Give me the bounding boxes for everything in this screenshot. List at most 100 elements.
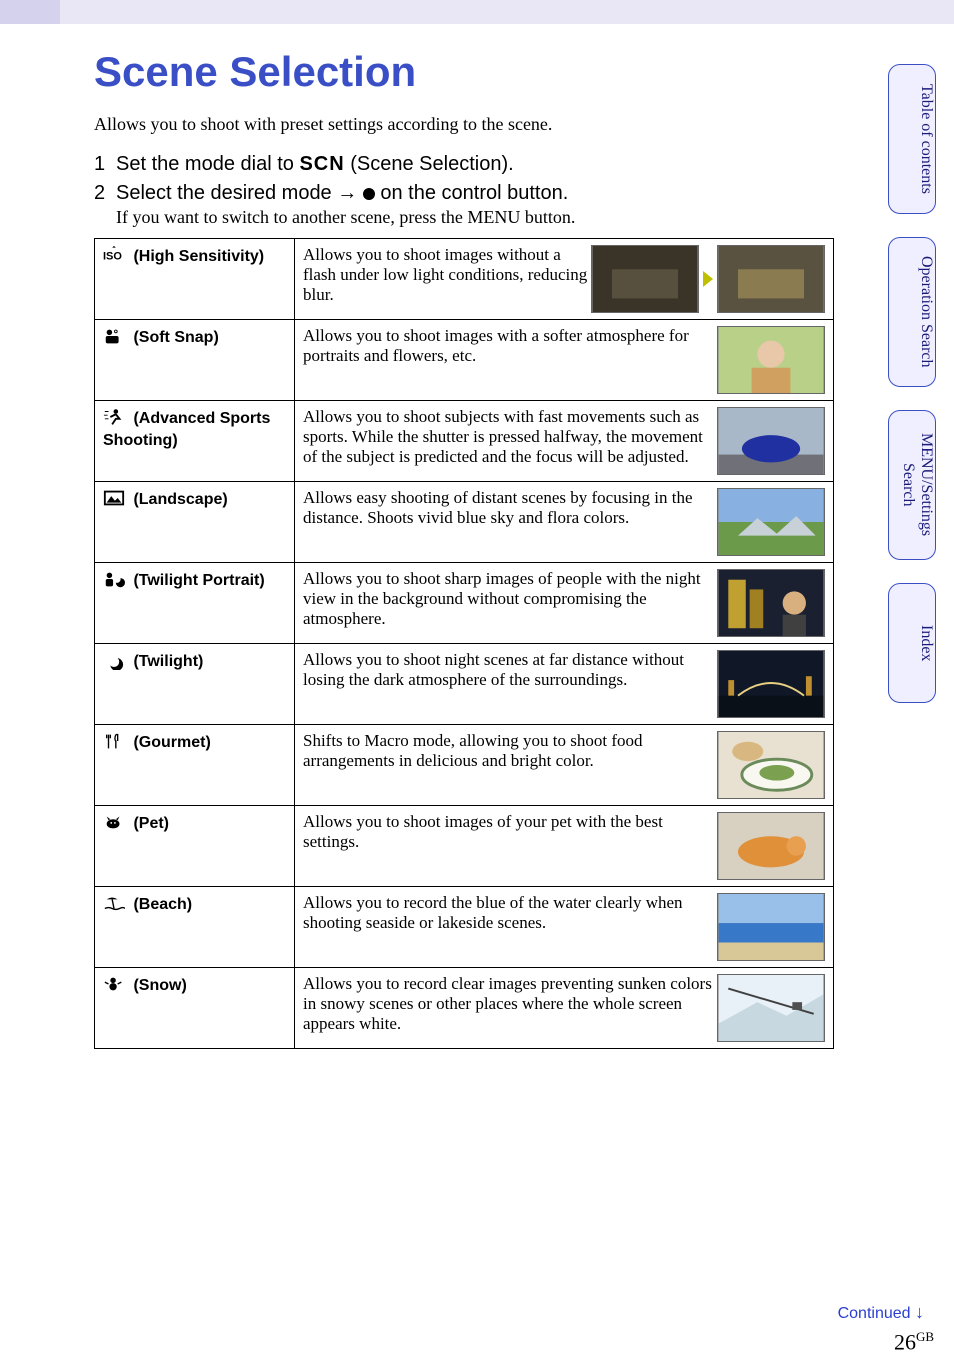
svg-text:ISO: ISO [103, 251, 122, 263]
scene-thumb-wrap [717, 731, 825, 799]
snow-icon [103, 974, 125, 999]
scene-desc: Allows you to shoot images without a fla… [303, 245, 587, 304]
scene-desc-cell: Shifts to Macro mode, allowing you to sh… [295, 725, 834, 806]
step-text: Set the mode dial to SCN (Scene Selectio… [116, 153, 924, 176]
iso-icon: ISO [103, 245, 125, 270]
arrow-right-icon [703, 271, 713, 287]
scene-thumb [717, 488, 825, 556]
scene-thumb-wrap [717, 650, 825, 718]
continued-indicator: Continued ↓ [838, 1302, 924, 1323]
scene-thumb [717, 650, 825, 718]
scene-mode-cell: (Twilight Portrait) [95, 563, 295, 644]
scene-desc-cell: Allows you to shoot images without a fla… [295, 239, 834, 320]
tab-menu-settings-search[interactable]: MENU/Settings Search [888, 410, 936, 560]
manual-page: Scene Selection Allows you to shoot with… [0, 0, 954, 1369]
scene-thumb-wrap [717, 326, 825, 394]
scene-row: (Beach) Allows you to record the blue of… [95, 887, 834, 968]
soft-snap-icon [103, 326, 125, 351]
scene-desc: Allows easy shooting of distant scenes b… [303, 488, 693, 527]
scene-thumb-wrap [717, 488, 825, 556]
scene-row: (Gourmet) Shifts to Macro mode, allowing… [95, 725, 834, 806]
scene-desc-cell: Allows easy shooting of distant scenes b… [295, 482, 834, 563]
scene-desc-cell: Allows you to shoot night scenes at far … [295, 644, 834, 725]
arrow-icon: → [337, 182, 357, 205]
scene-row: (Twilight) Allows you to shoot night sce… [95, 644, 834, 725]
sports-icon [103, 407, 125, 432]
scene-desc: Allows you to shoot subjects with fast m… [303, 407, 703, 466]
pet-icon [103, 812, 125, 837]
scene-desc-cell: Allows you to shoot images of your pet w… [295, 806, 834, 887]
twilight-portrait-icon [103, 569, 125, 594]
page-top-band-accent [0, 0, 60, 24]
scene-mode-cell: ISO (High Sensitivity) [95, 239, 295, 320]
scene-thumb-wrap [717, 812, 825, 880]
scene-label: (Snow) [129, 977, 187, 994]
step-text-pre: Set the mode dial to [116, 153, 299, 175]
intro-text: Allows you to shoot with preset settings… [94, 114, 924, 135]
page-top-band [0, 0, 954, 24]
scene-desc-cell: Allows you to shoot sharp images of peop… [295, 563, 834, 644]
scene-thumb-group [591, 245, 825, 313]
scene-thumb [717, 812, 825, 880]
scene-label: (Beach) [129, 896, 192, 913]
scene-thumb-wrap [717, 569, 825, 637]
center-button-icon [363, 188, 375, 200]
scene-thumb-wrap [717, 974, 825, 1042]
landscape-icon [103, 488, 125, 513]
twilight-icon [103, 650, 125, 675]
scene-thumb [717, 569, 825, 637]
scene-row: (Landscape) Allows easy shooting of dist… [95, 482, 834, 563]
scene-mode-cell: (Landscape) [95, 482, 295, 563]
scene-desc: Shifts to Macro mode, allowing you to sh… [303, 731, 643, 770]
scene-mode-cell: (Snow) [95, 968, 295, 1049]
step-text-post: on the control button. [375, 182, 568, 204]
scene-desc: Allows you to record the blue of the wat… [303, 893, 683, 932]
scene-label: (Advanced Sports Shooting) [103, 410, 270, 449]
scene-row: (Twilight Portrait) Allows you to shoot … [95, 563, 834, 644]
scene-thumb-wrap [717, 893, 825, 961]
scene-table: ISO (High Sensitivity) Allows you to sho… [94, 238, 834, 1049]
scene-thumb [717, 893, 825, 961]
tab-operation-search[interactable]: Operation Search [888, 237, 936, 387]
scene-desc-cell: Allows you to record the blue of the wat… [295, 887, 834, 968]
scene-thumb [717, 407, 825, 475]
step-number: 2 [94, 182, 116, 228]
step-text-post: (Scene Selection). [345, 153, 514, 175]
scene-label: (Soft Snap) [129, 329, 219, 346]
page-number: 26GB [894, 1329, 934, 1355]
scene-label: (Landscape) [129, 491, 228, 508]
scene-desc: Allows you to shoot images with a softer… [303, 326, 689, 365]
page-number-value: 26 [894, 1329, 916, 1354]
step-2: 2 Select the desired mode → on the contr… [94, 182, 924, 228]
scene-thumb [717, 974, 825, 1042]
scene-desc: Allows you to shoot night scenes at far … [303, 650, 684, 689]
scene-row: (Pet) Allows you to shoot images of your… [95, 806, 834, 887]
continued-label: Continued [838, 1305, 911, 1322]
step-number: 1 [94, 153, 116, 176]
scene-row: ISO (High Sensitivity) Allows you to sho… [95, 239, 834, 320]
page-title: Scene Selection [94, 48, 924, 96]
scn-label: SCN [299, 153, 344, 175]
side-tabs: Table of contents Operation Search MENU/… [888, 64, 948, 726]
scene-mode-cell: (Gourmet) [95, 725, 295, 806]
down-arrow-icon: ↓ [915, 1302, 924, 1322]
step-text: Select the desired mode → on the control… [116, 182, 924, 228]
scene-desc-cell: Allows you to shoot subjects with fast m… [295, 401, 834, 482]
beach-icon [103, 893, 125, 918]
tab-table-of-contents[interactable]: Table of contents [888, 64, 936, 214]
scene-row: (Snow) Allows you to record clear images… [95, 968, 834, 1049]
scene-desc: Allows you to shoot images of your pet w… [303, 812, 663, 851]
scene-label: (Twilight Portrait) [129, 572, 265, 589]
scene-label: (Twilight) [129, 653, 203, 670]
step-1: 1 Set the mode dial to SCN (Scene Select… [94, 153, 924, 176]
gourmet-icon [103, 731, 125, 756]
scene-thumb [717, 326, 825, 394]
scene-thumb [717, 731, 825, 799]
page-number-suffix: GB [916, 1329, 934, 1344]
scene-mode-cell: (Twilight) [95, 644, 295, 725]
scene-desc: Allows you to shoot sharp images of peop… [303, 569, 701, 628]
scene-desc-cell: Allows you to record clear images preven… [295, 968, 834, 1049]
tab-index[interactable]: Index [888, 583, 936, 703]
step-text-pre: Select the desired mode [116, 182, 337, 204]
scene-label: (Gourmet) [129, 734, 211, 751]
